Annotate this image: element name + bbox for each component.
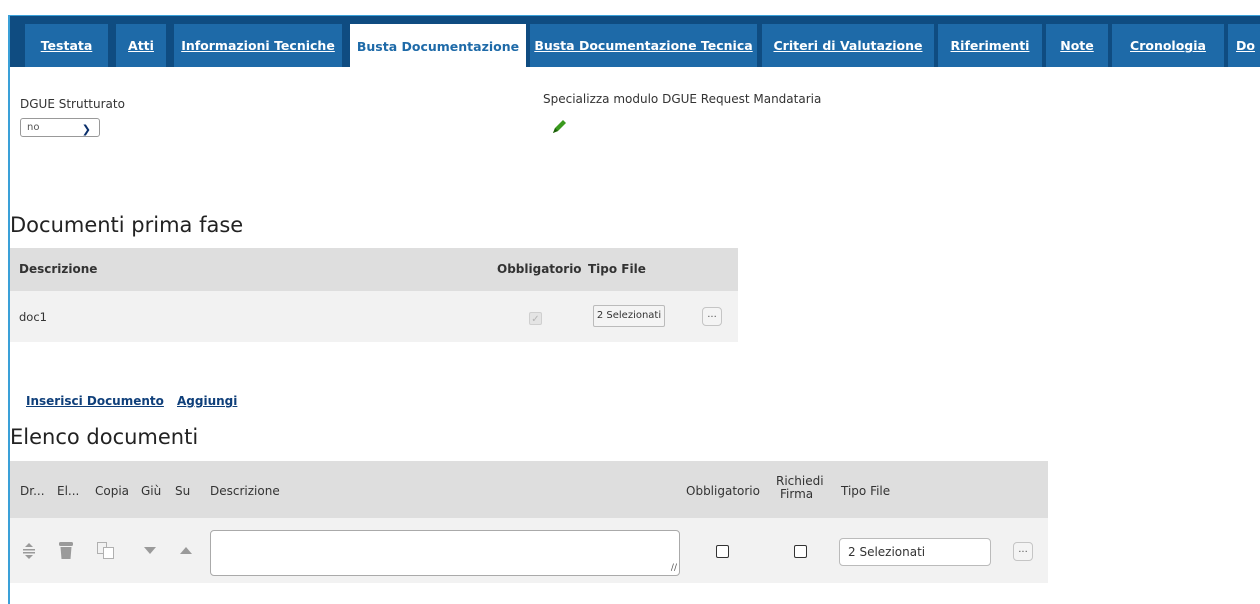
tab-atti[interactable]: Atti (116, 24, 166, 67)
specializza-dgue-label: Specializza modulo DGUE Request Mandatar… (543, 92, 822, 106)
col-descrizione: Descrizione (19, 262, 98, 276)
resize-grip-icon[interactable]: ∕∕ (671, 563, 677, 573)
dgue-select-value: no (27, 122, 40, 133)
tab-documenti[interactable]: Do (1228, 24, 1260, 67)
col-obbligatorio: Obbligatorio (497, 262, 582, 276)
obbligatorio-checkbox-disabled: ✓ (529, 312, 542, 325)
col-su: Su (175, 484, 191, 498)
more-options-button[interactable]: ... (702, 307, 722, 326)
document-list-title: Elenco documenti (10, 425, 199, 449)
dgue-strutturato-label: DGUE Strutturato (20, 97, 125, 111)
col-drag: Dr... (20, 484, 45, 498)
col-obbligatorio: Obbligatorio (686, 484, 760, 498)
col-descrizione: Descrizione (210, 484, 280, 498)
tipo-file-selector-button[interactable]: 2 Selezionati (593, 305, 665, 327)
col-tipo-file: Tipo File (588, 262, 646, 276)
tab-busta-documentazione-tecnica[interactable]: Busta Documentazione Tecnica (530, 24, 757, 67)
tab-busta-documentazione[interactable]: Busta Documentazione (350, 24, 526, 69)
col-richiedi-firma-line2: Firma (780, 487, 814, 501)
arrow-up-icon[interactable] (180, 547, 192, 554)
drag-handle-icon[interactable] (22, 543, 36, 559)
tab-cronologia[interactable]: Cronologia (1112, 24, 1224, 67)
dgue-strutturato-select[interactable]: no ❯ (20, 118, 100, 137)
first-phase-title: Documenti prima fase (10, 213, 244, 237)
more-options-button[interactable]: ... (1013, 542, 1033, 561)
pencil-icon[interactable] (550, 118, 568, 136)
first-phase-header: Descrizione Obbligatorio Tipo File (10, 248, 738, 291)
col-tipo-file: Tipo File (841, 484, 891, 498)
richiedi-firma-checkbox[interactable] (794, 545, 807, 558)
arrow-down-icon[interactable] (144, 547, 156, 554)
trash-icon[interactable] (59, 542, 73, 559)
col-giu: Giù (141, 484, 162, 498)
tab-bar: Testata Atti Informazioni Tecniche Busta… (10, 16, 1260, 69)
col-elimina: El... (57, 484, 80, 498)
copy-icon[interactable] (97, 542, 115, 559)
obbligatorio-checkbox[interactable] (716, 545, 729, 558)
tab-informazioni-tecniche[interactable]: Informazioni Tecniche (174, 24, 342, 67)
document-list-header: Dr... El... Copia Giù Su Descrizione Obb… (10, 461, 1048, 518)
inserisci-documento-link[interactable]: Inserisci Documento (26, 394, 164, 408)
tab-testata[interactable]: Testata (25, 24, 108, 67)
row-descrizione: doc1 (19, 310, 47, 324)
chevron-down-icon: ❯ (81, 123, 91, 136)
aggiungi-link[interactable]: Aggiungi (177, 394, 237, 408)
tab-riferimenti[interactable]: Riferimenti (938, 24, 1042, 67)
table-row: doc1 ✓ 2 Selezionati ... (10, 291, 738, 342)
col-copia: Copia (95, 484, 130, 498)
col-richiedi-firma-line1: Richiedi (776, 474, 824, 488)
tipo-file-field[interactable]: 2 Selezionati (839, 538, 991, 566)
tab-note[interactable]: Note (1046, 24, 1108, 67)
tab-criteri-di-valutazione[interactable]: Criteri di Valutazione (762, 24, 934, 67)
descrizione-textarea[interactable]: ∕∕ (210, 530, 680, 576)
